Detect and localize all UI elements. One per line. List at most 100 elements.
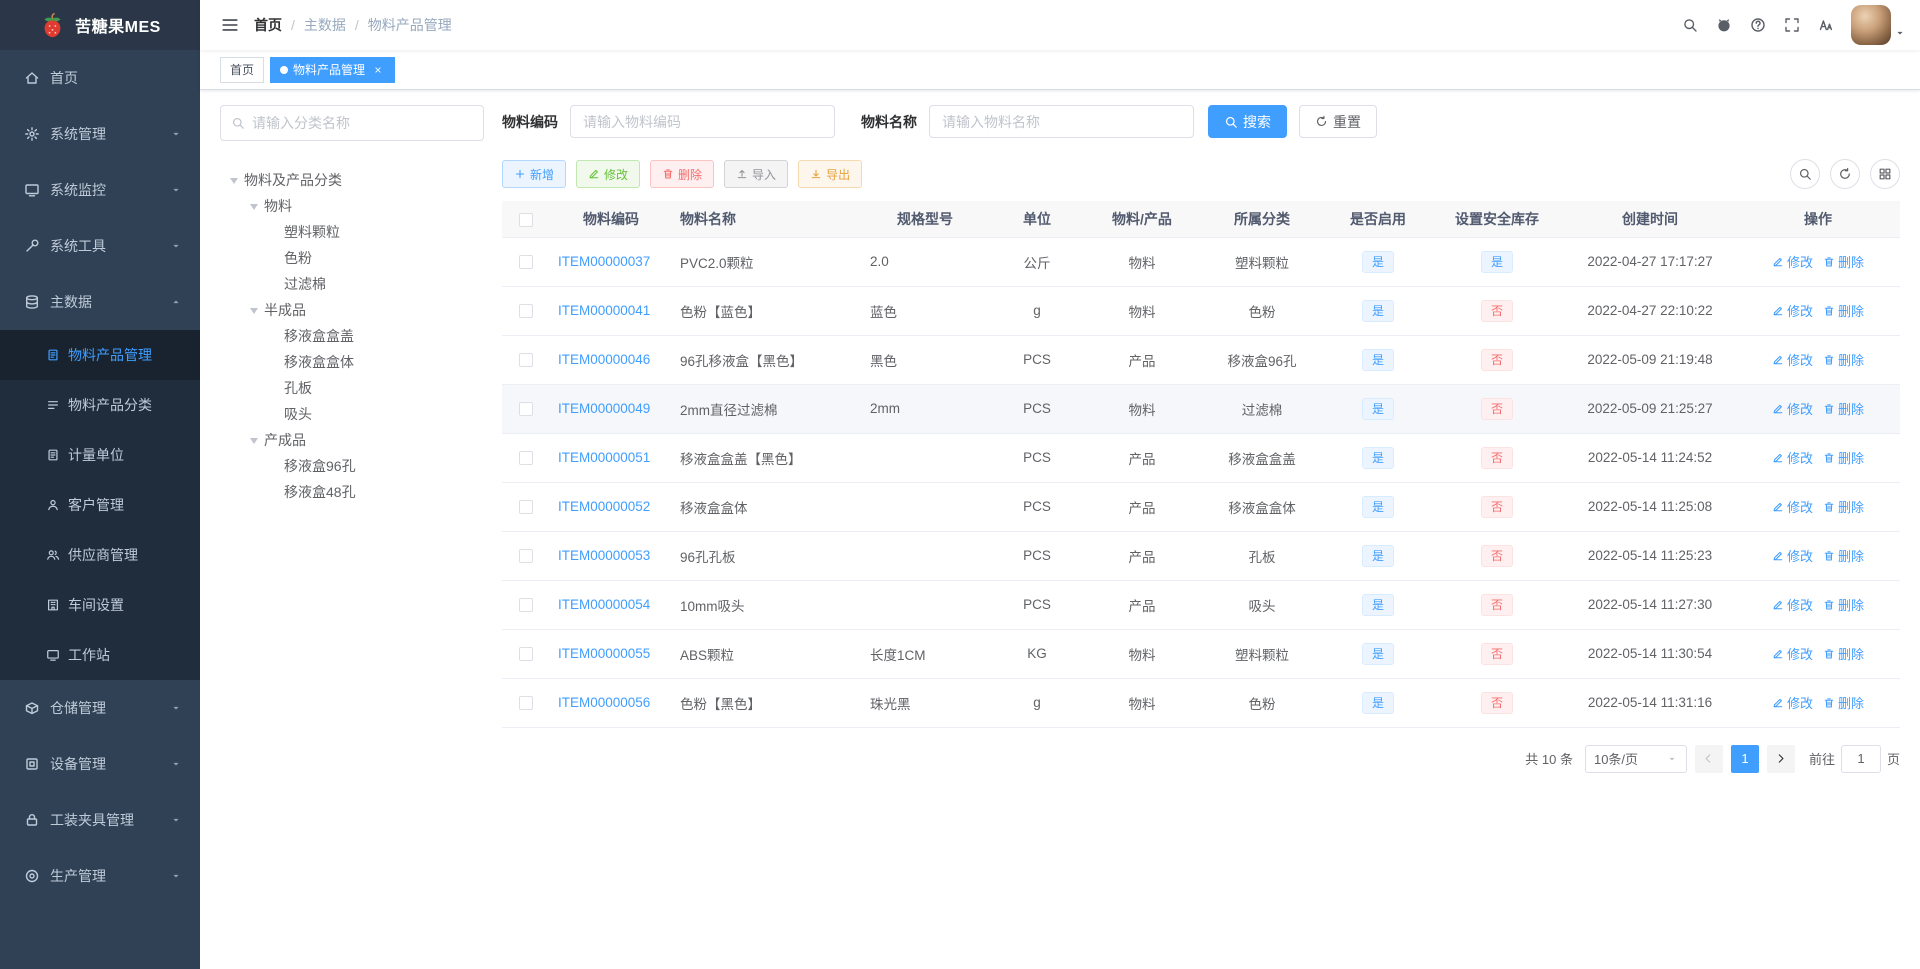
refresh-table-button[interactable] (1830, 159, 1860, 189)
search-button[interactable]: 搜索 (1208, 105, 1287, 138)
row-checkbox[interactable] (519, 255, 533, 270)
caret-down-icon[interactable] (224, 167, 244, 193)
name-filter-input[interactable] (929, 105, 1194, 138)
row-edit-button[interactable]: 修改 (1772, 448, 1813, 467)
page-size-select[interactable]: 10条/页 (1584, 744, 1687, 773)
table-row[interactable]: ITEM00000046 96孔移液盒【黑色】 黑色 PCS 产品 移液盒96孔 是 否 202… (502, 335, 1900, 385)
material-code-link[interactable]: ITEM00000052 (558, 499, 650, 514)
app-logo[interactable]: 苦糖果MES (0, 0, 200, 50)
row-delete-button[interactable]: 删除 (1823, 350, 1864, 369)
tree-node[interactable]: 移液盒96孔 (220, 453, 484, 479)
hamburger-icon[interactable] (214, 0, 246, 50)
tree-node[interactable]: 塑料颗粒 (220, 219, 484, 245)
sidebar-item-4[interactable]: 主数据 (0, 274, 200, 330)
tree-node[interactable]: 物料及产品分类 (220, 167, 484, 193)
tree-node[interactable]: 孔板 (220, 375, 484, 401)
table-row[interactable]: ITEM00000049 2mm直径过滤棉 2mm PCS 物料 过滤棉 是 否 2022-05… (502, 384, 1900, 434)
table-row[interactable]: ITEM00000053 96孔孔板 PCS 产品 孔板 是 否 2022-05-14 11:… (502, 531, 1900, 581)
sidebar-subitem-2[interactable]: 计量单位 (0, 430, 200, 480)
table-row[interactable]: ITEM00000056 色粉【黑色】 珠光黑 g 物料 色粉 是 否 2022-05-14 1… (502, 678, 1900, 728)
github-icon[interactable] (1707, 0, 1741, 50)
delete-button[interactable]: 删除 (650, 160, 715, 188)
fullscreen-icon[interactable] (1775, 0, 1809, 50)
search-icon[interactable] (1673, 0, 1707, 50)
next-page-button[interactable] (1766, 744, 1795, 773)
row-edit-button[interactable]: 修改 (1772, 399, 1813, 418)
page-1-button[interactable]: 1 (1730, 744, 1759, 773)
sidebar-item-1[interactable]: 系统管理 (0, 106, 200, 162)
row-delete-button[interactable]: 删除 (1823, 252, 1864, 271)
caret-down-icon[interactable] (244, 297, 264, 323)
material-code-link[interactable]: ITEM00000053 (558, 548, 650, 563)
code-filter-input[interactable] (570, 105, 835, 138)
table-row[interactable]: ITEM00000041 色粉【蓝色】 蓝色 g 物料 色粉 是 否 2022-04-27 22… (502, 286, 1900, 336)
row-edit-button[interactable]: 修改 (1772, 644, 1813, 663)
row-edit-button[interactable]: 修改 (1772, 350, 1813, 369)
close-tab-icon[interactable] (370, 62, 385, 77)
prev-page-button[interactable] (1694, 744, 1723, 773)
row-edit-button[interactable]: 修改 (1772, 693, 1813, 712)
font-size-icon[interactable] (1809, 0, 1843, 50)
sidebar-item-7[interactable]: 工装夹具管理 (0, 792, 200, 848)
tab-1[interactable]: 物料产品管理 (270, 56, 396, 83)
table-row[interactable]: ITEM00000055 ABS颗粒 长度1CM KG 物料 塑料颗粒 是 否 2022-05-… (502, 629, 1900, 679)
caret-down-icon[interactable] (244, 427, 264, 453)
add-button[interactable]: 新增 (502, 160, 567, 188)
row-delete-button[interactable]: 删除 (1823, 595, 1864, 614)
material-code-link[interactable]: ITEM00000056 (558, 695, 650, 710)
table-row[interactable]: ITEM00000051 移液盒盒盖【黑色】 PCS 产品 移液盒盒盖 是 否 2022-05… (502, 433, 1900, 483)
material-code-link[interactable]: ITEM00000037 (558, 254, 650, 269)
material-code-link[interactable]: ITEM00000055 (558, 646, 650, 661)
tree-node[interactable]: 移液盒48孔 (220, 479, 484, 505)
sidebar-item-6[interactable]: 设备管理 (0, 736, 200, 792)
row-checkbox[interactable] (519, 598, 533, 613)
row-checkbox[interactable] (519, 500, 533, 515)
sidebar-subitem-5[interactable]: 车间设置 (0, 580, 200, 630)
material-code-link[interactable]: ITEM00000046 (558, 352, 650, 367)
material-code-link[interactable]: ITEM00000054 (558, 597, 650, 612)
row-delete-button[interactable]: 删除 (1823, 301, 1864, 320)
sidebar-subitem-3[interactable]: 客户管理 (0, 480, 200, 530)
select-all-checkbox[interactable] (519, 212, 533, 227)
row-edit-button[interactable]: 修改 (1772, 546, 1813, 565)
row-edit-button[interactable]: 修改 (1772, 595, 1813, 614)
tree-node[interactable]: 移液盒盒体 (220, 349, 484, 375)
reset-button[interactable]: 重置 (1299, 105, 1377, 138)
tree-node[interactable]: 产成品 (220, 427, 484, 453)
sidebar-item-5[interactable]: 仓储管理 (0, 680, 200, 736)
tree-node[interactable]: 色粉 (220, 245, 484, 271)
tree-node[interactable]: 吸头 (220, 401, 484, 427)
sidebar-item-3[interactable]: 系统工具 (0, 218, 200, 274)
row-delete-button[interactable]: 删除 (1823, 399, 1864, 418)
row-checkbox[interactable] (519, 647, 533, 662)
row-checkbox[interactable] (519, 451, 533, 466)
material-code-link[interactable]: ITEM00000051 (558, 450, 650, 465)
category-search-input[interactable] (252, 115, 473, 131)
export-button[interactable]: 导出 (798, 160, 863, 188)
import-button[interactable]: 导入 (724, 160, 789, 188)
row-checkbox[interactable] (519, 402, 533, 417)
sidebar-subitem-4[interactable]: 供应商管理 (0, 530, 200, 580)
help-icon[interactable] (1741, 0, 1775, 50)
toggle-search-button[interactable] (1790, 159, 1820, 189)
sidebar-subitem-1[interactable]: 物料产品分类 (0, 380, 200, 430)
tree-node[interactable]: 半成品 (220, 297, 484, 323)
caret-down-icon[interactable] (244, 193, 264, 219)
table-row[interactable]: ITEM00000037 PVC2.0颗粒 2.0 公斤 物料 塑料颗粒 是 是 2022-04… (502, 237, 1900, 287)
sidebar-subitem-0[interactable]: 物料产品管理 (0, 330, 200, 380)
breadcrumb-item-0[interactable]: 首页 (254, 15, 282, 35)
sidebar-item-0[interactable]: 首页 (0, 50, 200, 106)
breadcrumb-item-1[interactable]: 主数据 (304, 15, 346, 35)
material-code-link[interactable]: ITEM00000041 (558, 303, 650, 318)
row-delete-button[interactable]: 删除 (1823, 693, 1864, 712)
column-settings-button[interactable] (1870, 159, 1900, 189)
row-delete-button[interactable]: 删除 (1823, 497, 1864, 516)
edit-button[interactable]: 修改 (576, 160, 641, 188)
material-code-link[interactable]: ITEM00000049 (558, 401, 650, 416)
tab-0[interactable]: 首页 (220, 56, 265, 83)
goto-page-input[interactable] (1840, 744, 1881, 773)
table-row[interactable]: ITEM00000052 移液盒盒体 PCS 产品 移液盒盒体是否 2022-05-14 … (502, 482, 1900, 532)
row-edit-button[interactable]: 修改 (1772, 252, 1813, 271)
row-delete-button[interactable]: 删除 (1823, 644, 1864, 663)
row-checkbox[interactable] (519, 696, 533, 711)
